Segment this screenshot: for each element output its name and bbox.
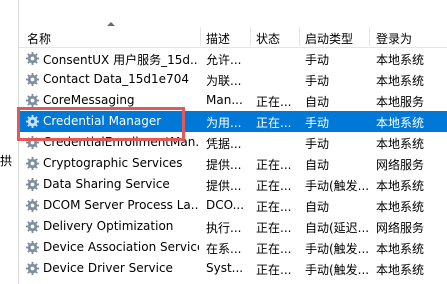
table-row[interactable]: CredentialEnrollmentMan... 凭据... 手动 本地系统 [19,132,447,153]
service-logon-as: 网络服务 [376,221,425,235]
left-panel-strip: 拱 [0,0,18,284]
service-startup-type: 手动 [305,116,330,130]
table-row[interactable]: Delivery Optimization 执行... 正在... 自动(延迟... 网… [19,216,447,237]
service-description: 执行... [206,221,242,235]
table-row[interactable]: Data Sharing Service 提供... 正在... 手动(触发... 本地… [19,174,447,195]
service-logon-as: 本地系统 [376,200,425,214]
service-name: Data Sharing Service [43,177,170,191]
gear-icon [25,198,40,213]
column-separator[interactable] [369,27,370,46]
service-description: Syst... [206,261,244,275]
service-name: CoreMessaging [43,93,135,107]
service-startup-type: 手动(触发... [305,263,370,277]
service-name: Credential Manager [43,114,162,128]
service-name: ConsentUX 用户服务_15d... [43,53,199,67]
service-status: 正在... [256,158,292,172]
service-name: Contact Data_15d1e704 [43,72,189,86]
column-header-name[interactable]: 名称 [27,30,51,47]
gear-icon [25,51,40,66]
column-header-status[interactable]: 状态 [256,30,280,47]
column-separator[interactable] [250,27,251,46]
service-name: Device Driver Service [43,261,173,275]
table-row[interactable]: ConsentUX 用户服务_15d... 允许... 手动 本地系统 [19,48,447,69]
service-status: 正在... [256,242,292,256]
service-status: 正在... [256,95,292,109]
service-logon-as: 本地系统 [376,116,425,130]
service-logon-as: 本地系统 [376,74,425,88]
service-description: 凭据... [206,137,242,151]
table-row[interactable]: Cryptographic Services 提供... 正在... 自动 网络服务 [19,153,447,174]
service-description: 提供... [206,158,242,172]
table-row[interactable]: Device Driver Service Syst... 正在... 手动(触发..… [19,258,447,279]
service-startup-type: 自动 [305,95,330,109]
service-name: Device Association Service [43,240,199,254]
gear-icon [25,93,40,108]
column-separator[interactable] [299,27,300,46]
service-startup-type: 手动(触发... [305,242,370,256]
service-description: 提供... [206,179,242,193]
service-startup-type: 自动 [305,158,330,172]
service-name: Delivery Optimization [43,219,174,233]
service-logon-as: 网络服务 [376,158,425,172]
service-description: 为用... [206,116,242,130]
table-row[interactable]: Credential Manager 为用... 正在... 手动 本地系统 [19,111,447,132]
column-header-description[interactable]: 描述 [206,30,230,47]
service-status: 正在... [256,200,292,214]
service-logon-as: 本地系统 [376,263,425,277]
service-startup-type: 手动 [305,74,330,88]
service-startup-type: 自动 [305,200,330,214]
left-fragment-text: 拱 [0,154,13,168]
service-description: 为联... [206,74,242,88]
service-logon-as: 本地服务 [376,95,425,109]
service-logon-as: 本地系统 [376,242,425,256]
services-table: 名称 描述 状态 启动类型 登录为 ConsentUX 用户服务_15d... 允… [18,0,447,284]
gear-icon [25,219,40,234]
service-status: 正在... [256,263,292,277]
gear-icon [25,156,40,171]
service-startup-type: 手动 [305,137,330,151]
service-startup-type: 手动 [305,53,330,67]
gear-icon [25,114,40,129]
table-row[interactable]: Contact Data_15d1e704 为联... 手动 本地系统 [19,69,447,90]
table-body: ConsentUX 用户服务_15d... 允许... 手动 本地系统 Contact … [19,48,447,279]
sort-ascending-icon[interactable] [107,22,115,26]
service-name: CredentialEnrollmentMan... [43,135,199,149]
gear-icon [25,72,40,87]
service-status: 正在... [256,116,292,130]
gear-icon [25,261,40,276]
service-name: DCOM Server Process La... [43,198,199,212]
service-status: 正在... [256,179,292,193]
table-row[interactable]: DCOM Server Process La... DCO... 正在... 自动 本地… [19,195,447,216]
column-header-logon-as[interactable]: 登录为 [376,30,412,47]
service-logon-as: 本地系统 [376,179,425,193]
column-separator[interactable] [200,27,201,46]
service-description: DCO... [206,198,245,212]
service-status: 正在... [256,221,292,235]
service-name: Cryptographic Services [43,156,183,170]
service-description: 在系... [206,242,242,256]
service-startup-type: 手动(触发... [305,179,370,193]
service-logon-as: 本地系统 [376,53,425,67]
service-description: 允许... [206,53,242,67]
service-logon-as: 本地系统 [376,137,425,151]
table-row[interactable]: Device Association Service 在系... 正在... 手动(触… [19,237,447,258]
gear-icon [25,240,40,255]
column-header-startup-type[interactable]: 启动类型 [305,30,353,47]
service-startup-type: 自动(延迟... [305,221,370,235]
gear-icon [25,135,40,150]
table-header: 名称 描述 状态 启动类型 登录为 [19,0,447,48]
table-row[interactable]: CoreMessaging Man... 正在... 自动 本地服务 [19,90,447,111]
service-description: Man... [206,93,243,107]
gear-icon [25,177,40,192]
